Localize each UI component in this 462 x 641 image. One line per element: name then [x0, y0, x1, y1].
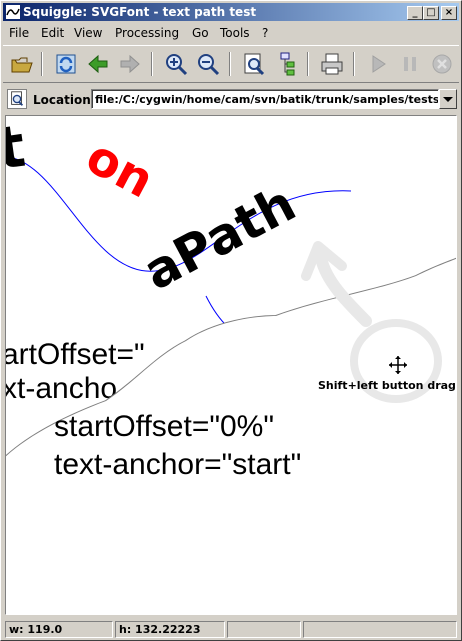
start-offset-full-text: startOffset="0%" — [54, 410, 274, 443]
squiggle-app-icon — [6, 5, 20, 19]
zoom-in-icon[interactable] — [163, 51, 189, 77]
reload-icon[interactable] — [53, 51, 79, 77]
document-zoom-icon[interactable] — [241, 51, 267, 77]
status-width: w: 119.0 — [5, 621, 113, 638]
text-anchor-partial-text: xt-ancho — [6, 372, 117, 405]
menu-view[interactable]: View — [74, 26, 102, 40]
back-icon[interactable] — [85, 51, 111, 77]
maximize-button[interactable]: □ — [423, 6, 439, 20]
start-offset-partial-text: artOffset=" — [6, 338, 145, 371]
shift-drag-hint-text: Shift+left button drag — [318, 379, 456, 392]
open-icon[interactable] — [9, 51, 35, 77]
menu-edit[interactable]: Edit — [41, 26, 64, 40]
apath-text: aPath — [134, 174, 305, 301]
chevron-down-icon — [443, 97, 453, 102]
menu-bar: File Edit View Processing Go Tools ? — [3, 23, 459, 43]
upper-page-layer: t on aPath — [6, 116, 352, 302]
window-title: Squiggle: SVGFont - text path test — [23, 5, 257, 19]
location-dropdown-button[interactable] — [439, 89, 457, 109]
status-height: h: 132.22223 — [115, 621, 225, 638]
on-text: on — [77, 128, 163, 209]
menu-go[interactable]: Go — [192, 26, 209, 40]
application-window: Squiggle: SVGFont - text path test _ □ ×… — [0, 0, 462, 641]
play-icon[interactable] — [365, 51, 391, 77]
toolbar — [3, 45, 459, 83]
forward-icon[interactable] — [117, 51, 143, 77]
lower-page-layer: artOffset=" xt-ancho startOffset="0%" te… — [6, 257, 456, 614]
print-icon[interactable] — [319, 51, 345, 77]
pause-icon[interactable] — [397, 51, 423, 77]
status-bar: w: 119.0 h: 132.22223 — [3, 619, 459, 639]
svg-canvas[interactable]: t on aPath artOffset=" xt-ancho startOff… — [5, 115, 457, 615]
menu-file[interactable]: File — [9, 26, 29, 40]
letter-t-text: t — [6, 116, 29, 183]
document-icon — [7, 89, 27, 109]
zoom-out-icon[interactable] — [195, 51, 221, 77]
menu-help[interactable]: ? — [262, 26, 268, 40]
location-input[interactable]: file:/C:/cygwin/home/cam/svn/batik/trunk… — [91, 89, 439, 109]
text-anchor-full-text: text-anchor="start" — [54, 448, 301, 481]
stop-icon[interactable] — [429, 51, 455, 77]
status-cell-3 — [227, 621, 301, 638]
location-bar: Location: file:/C:/cygwin/home/cam/svn/b… — [3, 85, 459, 113]
status-cell-4 — [303, 621, 457, 638]
location-label: Location: — [33, 93, 96, 107]
title-bar: Squiggle: SVGFont - text path test _ □ × — [3, 3, 459, 21]
minimize-button[interactable]: _ — [407, 6, 423, 20]
dom-tree-icon[interactable] — [273, 51, 299, 77]
close-button[interactable]: × — [441, 6, 457, 20]
menu-processing[interactable]: Processing — [115, 26, 179, 40]
menu-tools[interactable]: Tools — [220, 26, 250, 40]
